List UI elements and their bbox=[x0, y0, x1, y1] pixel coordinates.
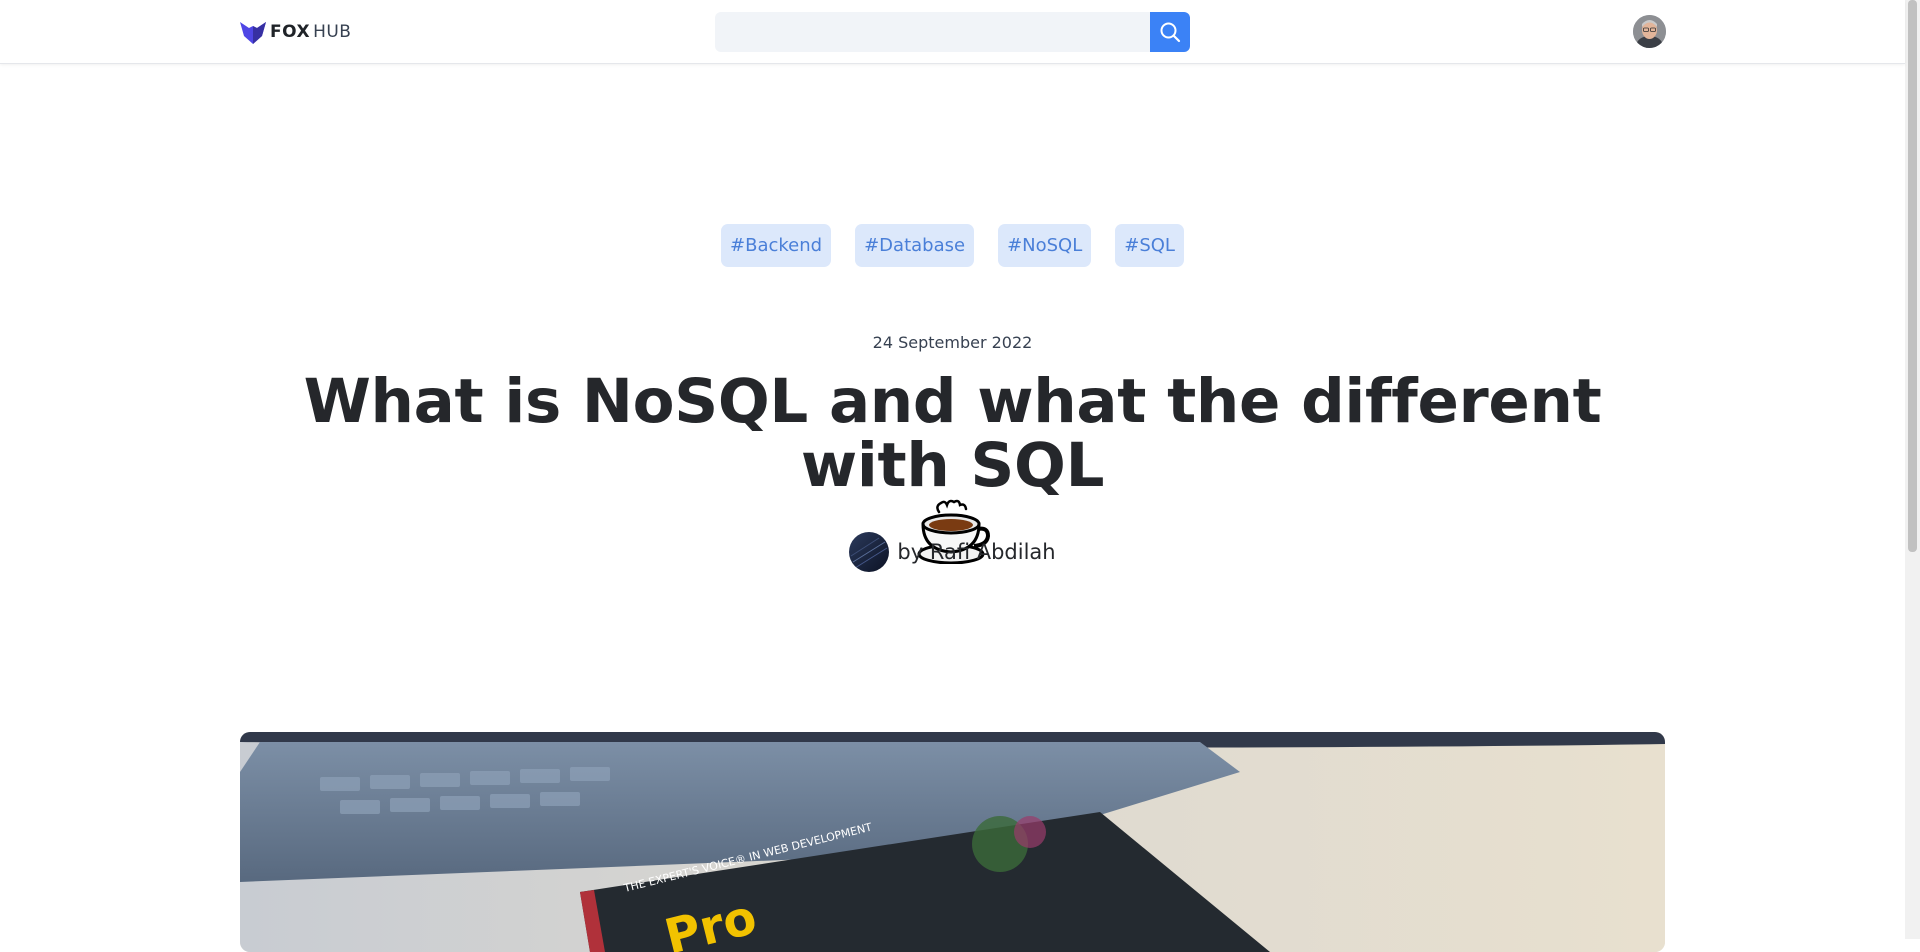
tag-nosql[interactable]: #NoSQL bbox=[998, 224, 1092, 267]
search-input[interactable] bbox=[715, 12, 1150, 52]
user-avatar[interactable] bbox=[1633, 15, 1666, 48]
publish-date: 24 September 2022 bbox=[872, 333, 1033, 352]
search-bar bbox=[715, 12, 1190, 52]
brand-name-bold: FOX bbox=[270, 22, 311, 42]
tag-list: #Backend #Database #NoSQL #SQL bbox=[0, 224, 1905, 267]
tag-sql[interactable]: #SQL bbox=[1115, 224, 1184, 267]
author-byline: by Rafi Abdilah bbox=[0, 532, 1905, 572]
author-photo bbox=[849, 532, 890, 572]
user-photo bbox=[1633, 15, 1666, 48]
fox-icon bbox=[240, 22, 266, 44]
brand-name: FOX HUB bbox=[270, 19, 351, 45]
page-scrollbar[interactable] bbox=[1905, 0, 1920, 939]
search-icon bbox=[1160, 22, 1181, 43]
author-avatar[interactable] bbox=[849, 532, 890, 572]
top-navbar: FOX HUB bbox=[0, 0, 1905, 64]
hero-image: THE EXPERT'S VOICE® IN WEB DEVELOPMENT P… bbox=[240, 732, 1665, 952]
scrollbar-thumb[interactable] bbox=[1908, 0, 1917, 552]
author-name[interactable]: by Rafi Abdilah bbox=[897, 540, 1055, 564]
article-title: What is NoSQL and what the different wit… bbox=[303, 366, 1602, 502]
brand-name-light: HUB bbox=[313, 22, 352, 42]
hero-photo: THE EXPERT'S VOICE® IN WEB DEVELOPMENT P… bbox=[240, 732, 1665, 952]
tag-database[interactable]: #Database bbox=[855, 224, 975, 267]
brand-logo[interactable]: FOX HUB bbox=[240, 19, 351, 45]
tag-backend[interactable]: #Backend bbox=[721, 224, 832, 267]
search-button[interactable] bbox=[1150, 12, 1190, 52]
